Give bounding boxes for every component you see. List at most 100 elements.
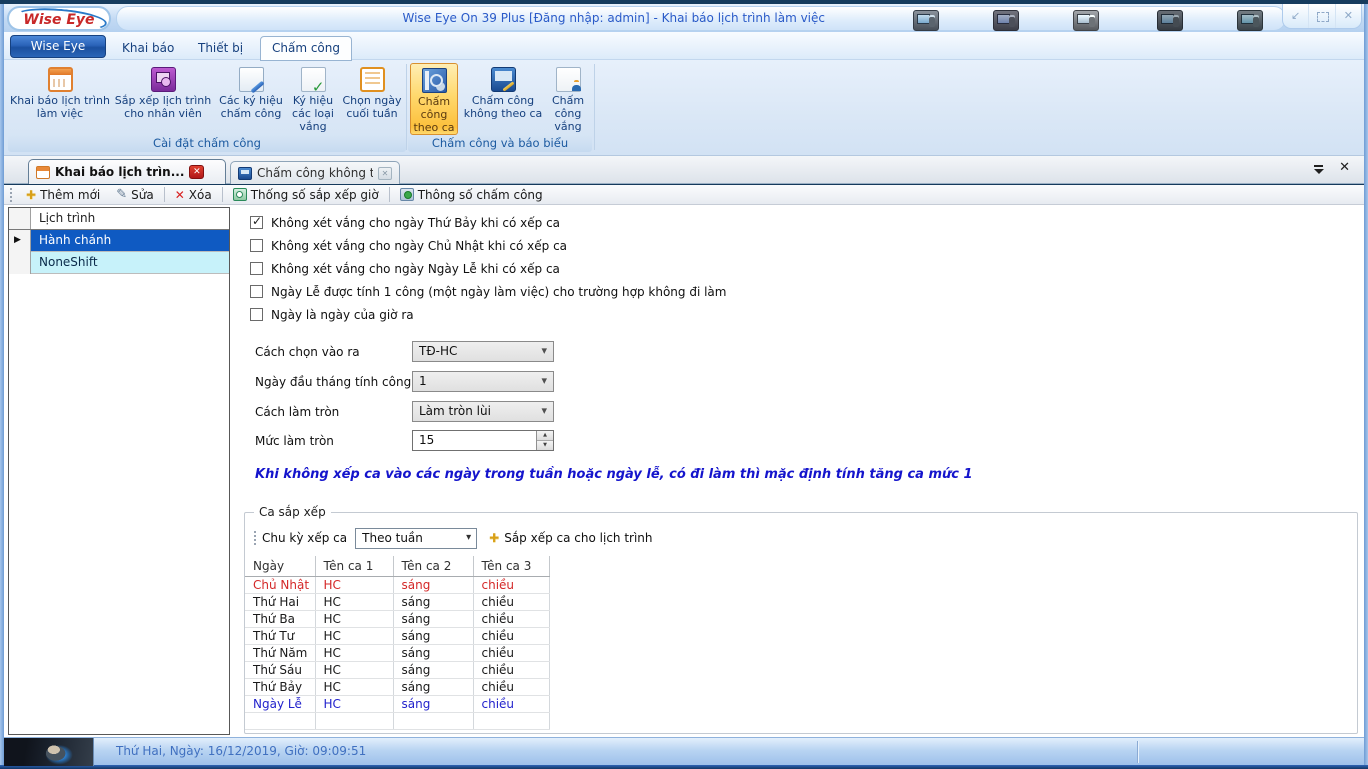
- nonshift-attendance-icon: [491, 67, 516, 92]
- checkbox-label: Không xét vắng cho ngày Chủ Nhật khi có …: [271, 239, 567, 253]
- doc-tab-cham-cong-khong-theo-ca[interactable]: Chấm công không t...: [230, 161, 400, 184]
- ribbon-item-label: Khai báo lịch trình làm việc: [10, 94, 110, 120]
- ribbon-separator: [594, 64, 595, 150]
- cell-day: Thứ Sáu: [245, 661, 315, 678]
- in-out-mode-select[interactable]: TĐ-HC: [412, 341, 554, 362]
- close-window-icon[interactable]: [1336, 4, 1361, 28]
- menu-tab-thiet-bi[interactable]: Thiết bị: [188, 37, 253, 59]
- cell-ca3: chiều: [473, 627, 549, 644]
- shift-schedule-table: Ngày Tên ca 1 Tên ca 2 Tên ca 3 Chủ Nhật…: [245, 556, 550, 730]
- table-row[interactable]: Thứ Tư HC sáng chiều: [245, 627, 549, 644]
- time-arrangement-params-button[interactable]: Thống số sắp xếp giờ: [225, 186, 387, 204]
- col-header-ten-ca-2[interactable]: Tên ca 2: [393, 556, 473, 576]
- ribbon: Khai báo lịch trình làm việc Sắp xếp lịc…: [4, 60, 1364, 156]
- weekend-picker-icon: [360, 67, 385, 92]
- ribbon-item-chon-ngay-cuoi-tuan[interactable]: Chọn ngày cuối tuần: [340, 63, 404, 133]
- cell-ca2: [393, 712, 473, 729]
- schedule-list-header: Lịch trình: [39, 211, 95, 225]
- spinner-down-icon[interactable]: [537, 440, 553, 450]
- schedule-list-header-row: Lịch trình: [9, 208, 229, 230]
- table-row[interactable]: Thứ Hai HC sáng chiều: [245, 593, 549, 610]
- close-tab-icon[interactable]: [189, 165, 204, 179]
- main-content: Lịch trình Hành chánh NoneShift Không xé…: [4, 205, 1364, 737]
- calendar-icon: [48, 67, 73, 92]
- schedule-row-hanh-chanh[interactable]: Hành chánh: [9, 230, 229, 252]
- checkbox-no-absence-holiday[interactable]: [250, 262, 263, 275]
- ribbon-item-cham-cong-khong-theo-ca[interactable]: Chấm công không theo ca: [460, 63, 546, 133]
- field-label-muc-lam-tron: Mức làm tròn: [255, 434, 334, 448]
- checkbox-no-absence-sunday[interactable]: [250, 239, 263, 252]
- checkbox-row: Không xét vắng cho ngày Chủ Nhật khi có …: [250, 238, 567, 253]
- spinner-up-icon[interactable]: [537, 431, 553, 440]
- ribbon-item-label: Các ký hiệu chấm công: [216, 94, 286, 120]
- edit-label: Sửa: [131, 188, 154, 202]
- shift-cycle-toolbar: Chu kỳ xếp ca Theo tuần Sắp xếp ca cho l…: [248, 527, 653, 549]
- checkbox-holiday-counts-workday[interactable]: [250, 285, 263, 298]
- window-border-bottom: [0, 765, 1368, 769]
- ribbon-item-ky-hieu-vang[interactable]: Ký hiệu các loại vắng: [286, 63, 340, 133]
- rounding-level-value: 15: [419, 433, 434, 447]
- close-document-icon[interactable]: [1339, 160, 1350, 175]
- attendance-params-button[interactable]: Thông số chấm công: [392, 186, 551, 204]
- pencil-icon: [116, 187, 127, 202]
- rounding-level-input[interactable]: 15: [412, 430, 554, 451]
- status-datetime: Thứ Hai, Ngày: 16/12/2019, Giờ: 09:09:51: [116, 744, 366, 758]
- fingerprint-device-icon: [1237, 10, 1263, 31]
- table-row[interactable]: Chủ Nhật HC sáng chiều: [245, 576, 549, 593]
- cycle-select[interactable]: Theo tuần: [355, 528, 477, 549]
- cell-day: Thứ Bảy: [245, 678, 315, 695]
- app-menu-button[interactable]: Wise Eye: [10, 35, 106, 58]
- maximize-window-icon[interactable]: [1309, 4, 1335, 28]
- cell-ca1: HC: [315, 627, 393, 644]
- cell-ca2: sáng: [393, 576, 473, 593]
- checkbox-row: Ngày là ngày của giờ ra: [250, 307, 414, 322]
- ribbon-item-khai-bao-lich-trinh[interactable]: Khai báo lịch trình làm việc: [10, 63, 110, 133]
- cell-day: Thứ Ba: [245, 610, 315, 627]
- checkbox-row: Ngày Lễ được tính 1 công (một ngày làm v…: [250, 284, 726, 299]
- doc-tab-khai-bao-lich-trinh[interactable]: Khai báo lịch trìn...: [28, 159, 226, 184]
- ribbon-item-label: Sắp xếp lịch trình cho nhân viên: [110, 94, 216, 120]
- col-header-ten-ca-3[interactable]: Tên ca 3: [473, 556, 549, 576]
- spinner-control: [536, 431, 553, 450]
- ribbon-item-sap-xep-lich-trinh[interactable]: Sắp xếp lịch trình cho nhân viên: [110, 63, 216, 133]
- col-header-ten-ca-1[interactable]: Tên ca 1: [315, 556, 393, 576]
- menu-bar: Wise Eye Khai báo Thiết bị Chấm công: [4, 32, 1364, 60]
- close-tab-icon[interactable]: [378, 167, 392, 180]
- ribbon-item-cham-cong-theo-ca[interactable]: Chấm công theo ca: [410, 63, 458, 135]
- tab-list-dropdown-icon[interactable]: [1313, 165, 1324, 174]
- table-row-empty[interactable]: [245, 712, 549, 729]
- cell-ca3: chiều: [473, 678, 549, 695]
- field-label-cach-lam-tron: Cách làm tròn: [255, 405, 339, 419]
- cell-ca2: sáng: [393, 593, 473, 610]
- schedule-row-noneshift[interactable]: NoneShift: [9, 252, 229, 274]
- schedule-assign-icon: [151, 67, 176, 92]
- delete-button[interactable]: Xóa: [167, 186, 220, 204]
- ribbon-item-cac-ky-hieu[interactable]: Các ký hiệu chấm công: [216, 63, 286, 133]
- table-row[interactable]: Thứ Sáu HC sáng chiều: [245, 661, 549, 678]
- menu-tab-cham-cong[interactable]: Chấm công: [260, 36, 352, 61]
- edit-button[interactable]: Sửa: [108, 186, 161, 204]
- cell-ca1: HC: [315, 610, 393, 627]
- checkbox-row: Không xét vắng cho ngày Ngày Lễ khi có x…: [250, 261, 560, 276]
- ribbon-item-cham-cong-vang[interactable]: Chấm công vắng: [546, 63, 590, 133]
- rounding-mode-select[interactable]: Làm tròn lùi: [412, 401, 554, 422]
- table-header-row: Ngày Tên ca 1 Tên ca 2 Tên ca 3: [245, 556, 549, 576]
- col-header-ngay[interactable]: Ngày: [245, 556, 315, 576]
- time-params-label: Thống số sắp xếp giờ: [251, 188, 379, 202]
- checkbox-day-of-checkout-time[interactable]: [250, 308, 263, 321]
- toolbar-grip: [10, 188, 13, 202]
- restore-window-icon[interactable]: [1283, 4, 1309, 28]
- assign-shifts-button[interactable]: Sắp xếp ca cho lịch trình: [489, 531, 652, 545]
- month-start-day-select[interactable]: 1: [412, 371, 554, 392]
- menu-tab-khai-bao[interactable]: Khai báo: [112, 37, 184, 59]
- checkbox-no-absence-saturday[interactable]: [250, 216, 263, 229]
- table-row[interactable]: Thứ Năm HC sáng chiều: [245, 644, 549, 661]
- ribbon-item-label: Chấm công không theo ca: [460, 94, 546, 120]
- table-row[interactable]: Thứ Ba HC sáng chiều: [245, 610, 549, 627]
- add-new-button[interactable]: Thêm mới: [18, 186, 108, 204]
- table-row[interactable]: Thứ Bảy HC sáng chiều: [245, 678, 549, 695]
- table-row[interactable]: Ngày Lễ HC sáng chiều: [245, 695, 549, 712]
- ribbon-item-label: Chấm công theo ca: [411, 95, 457, 134]
- cell-ca3: chiều: [473, 593, 549, 610]
- ribbon-item-label: Chọn ngày cuối tuần: [340, 94, 404, 120]
